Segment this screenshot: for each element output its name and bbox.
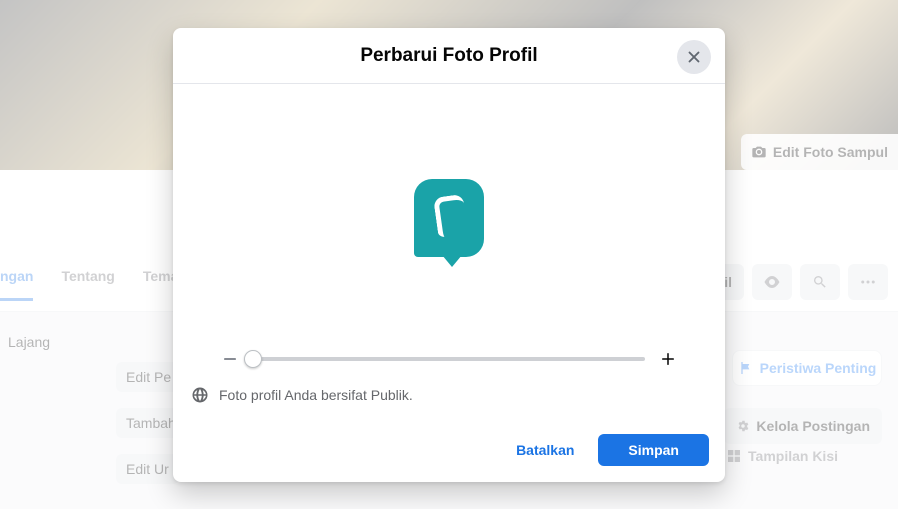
zoom-slider-thumb[interactable] [244, 350, 262, 368]
modal-header: Perbarui Foto Profil [173, 28, 725, 84]
zoom-slider-row [191, 338, 707, 376]
cancel-button[interactable]: Batalkan [502, 434, 588, 466]
plus-icon[interactable] [659, 350, 677, 368]
close-button[interactable] [677, 40, 711, 74]
save-button[interactable]: Simpan [598, 434, 709, 466]
globe-icon [191, 386, 209, 404]
photo-crop-area[interactable] [191, 98, 707, 338]
zoom-slider[interactable] [253, 357, 645, 361]
modal-footer: Batalkan Simpan [173, 422, 725, 482]
update-profile-photo-modal: Perbarui Foto Profil F [173, 28, 725, 482]
minus-icon[interactable] [221, 350, 239, 368]
modal-body [173, 84, 725, 376]
close-icon [685, 48, 703, 66]
modal-title: Perbarui Foto Profil [360, 45, 537, 67]
privacy-text: Foto profil Anda bersifat Publik. [219, 387, 413, 403]
profile-photo-preview [414, 179, 484, 257]
privacy-notice: Foto profil Anda bersifat Publik. [173, 376, 725, 422]
